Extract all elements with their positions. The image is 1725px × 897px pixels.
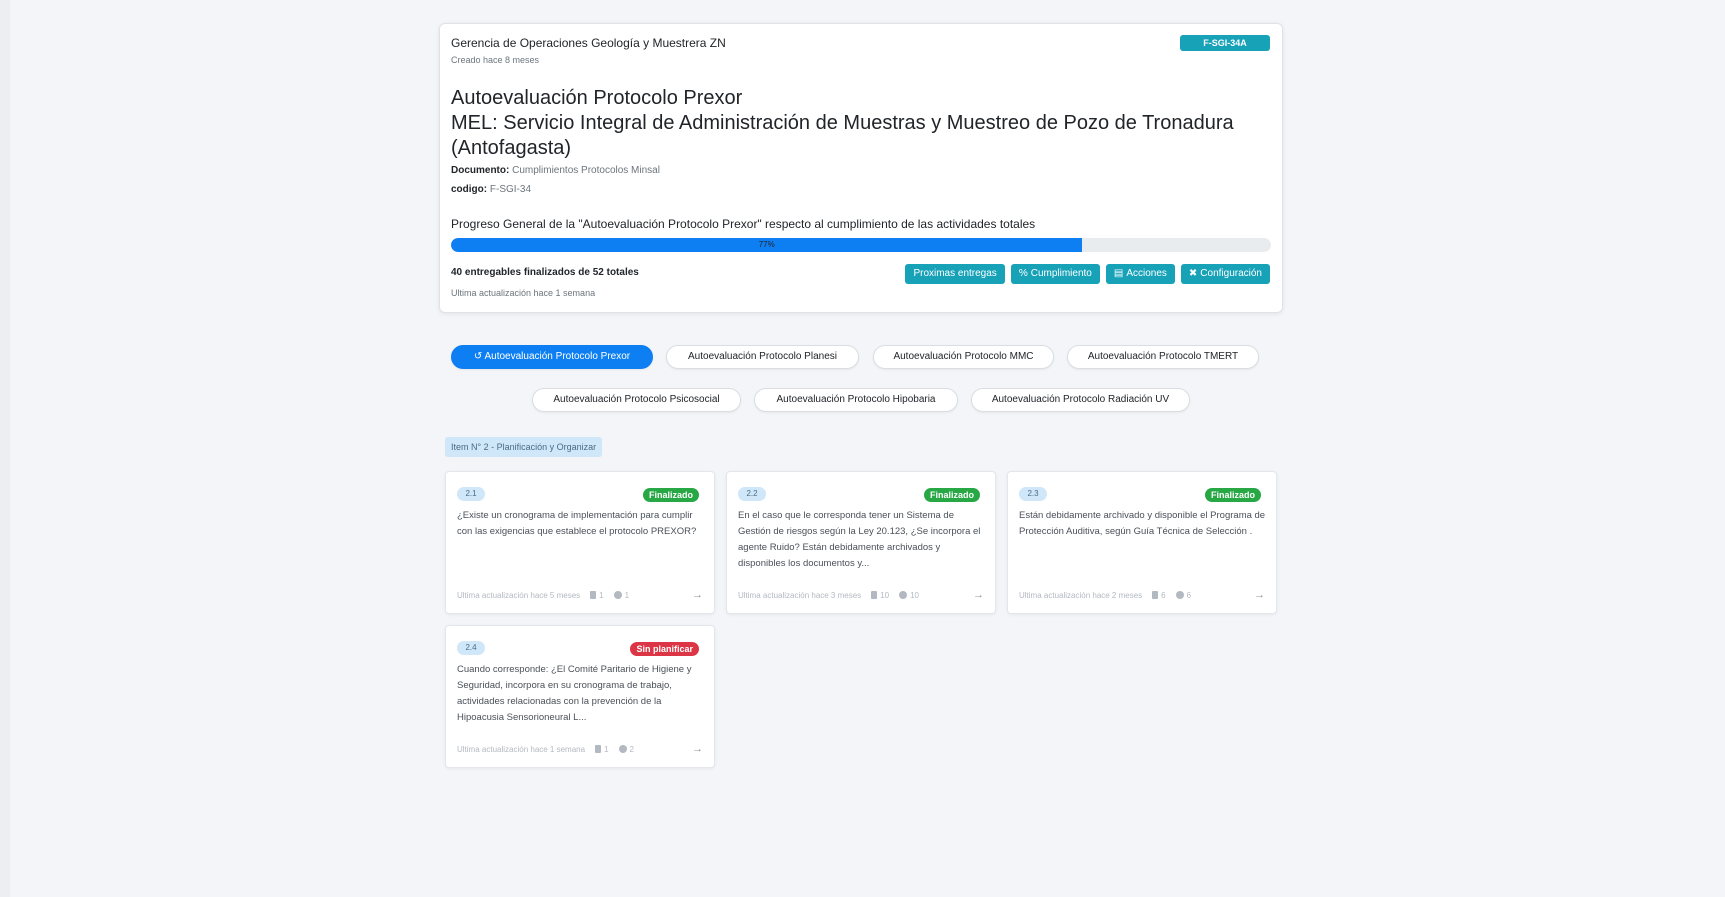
- proximas-entregas-button[interactable]: Proximas entregas: [905, 264, 1005, 284]
- protocol-pill-label: Autoevaluación Protocolo TMERT: [1087, 351, 1239, 362]
- acciones-label: Acciones: [1126, 268, 1167, 279]
- status-badge: Finalizado: [642, 488, 699, 502]
- status-badge: Finalizado: [923, 488, 980, 502]
- docs-count: 6: [1152, 590, 1166, 600]
- comments-count: 10: [899, 591, 919, 600]
- arrow-right-icon[interactable]: →: [1254, 589, 1265, 601]
- item-footer: Ultima actualización hace 3 meses 10 10 …: [738, 589, 984, 601]
- comments-count: 2: [618, 744, 634, 754]
- protocol-pill-prexor[interactable]: ↺ Autoevaluación Protocolo Prexor: [451, 345, 653, 369]
- status-badge: Finalizado: [1204, 488, 1261, 502]
- document-value: Cumplimientos Protocolos Minsal: [512, 165, 660, 176]
- codigo-meta: codigo: F-SGI-34: [451, 184, 531, 195]
- left-edge: [0, 0, 10, 897]
- protocol-pill-label: Autoevaluación Protocolo Hipobaria: [776, 394, 936, 405]
- docs-count-value: 10: [880, 590, 890, 600]
- cumplimiento-label: Cumplimiento: [1030, 268, 1092, 279]
- refresh-icon: ↺: [473, 351, 483, 362]
- comment-icon: [613, 591, 622, 599]
- item-card[interactable]: 2.2 Finalizado En el caso que le corresp…: [726, 471, 996, 614]
- file-icon: [871, 591, 878, 599]
- protocol-pill-label: Autoevaluación Protocolo Planesi: [688, 351, 837, 362]
- protocol-pill-planesi[interactable]: Autoevaluación Protocolo Planesi: [666, 345, 859, 369]
- comment-icon: [618, 745, 627, 753]
- created-date: Creado hace 8 meses: [451, 55, 540, 65]
- protocol-pill-label: Autoevaluación Protocolo Psicosocial: [553, 394, 720, 405]
- progress-bar: 77%: [451, 238, 1271, 252]
- deliverables-count: 40 entregables finalizados de 52 totales: [451, 267, 639, 278]
- progress-title: Progreso General de la "Autoevaluación P…: [451, 217, 1036, 231]
- document-label: Documento:: [451, 165, 510, 176]
- comment-icon: [1175, 591, 1184, 599]
- percent-icon: %: [1018, 268, 1028, 279]
- configuracion-label: Configuración: [1200, 268, 1262, 279]
- item-question: Están debidamente archivado y disponible…: [1019, 510, 1266, 537]
- proximas-entregas-label: Proximas entregas: [913, 268, 997, 279]
- docs-count-value: 1: [604, 744, 609, 754]
- item-number: 2.3: [1019, 487, 1047, 501]
- protocol-pill-hipobaria[interactable]: Autoevaluación Protocolo Hipobaria: [754, 388, 958, 412]
- arrow-right-icon[interactable]: →: [692, 589, 703, 601]
- status-badge: Sin planificar: [630, 642, 699, 656]
- codigo-label: codigo:: [451, 184, 488, 195]
- comments-count-value: 10: [910, 590, 919, 600]
- protocol-pill-label: Autoevaluación Protocolo Prexor: [484, 351, 631, 362]
- comments-count-value: 1: [624, 590, 630, 600]
- protocol-pill-radiacion-uv[interactable]: Autoevaluación Protocolo Radiación UV: [971, 388, 1190, 412]
- file-icon: [595, 745, 602, 753]
- item-card[interactable]: 2.3 Finalizado Están debidamente archiva…: [1007, 471, 1277, 614]
- docs-count-value: 1: [599, 590, 604, 600]
- docs-count: 10: [871, 591, 889, 600]
- comments-count-value: 2: [629, 744, 634, 754]
- codigo-value: F-SGI-34: [489, 184, 532, 195]
- item-number: 2.2: [738, 487, 766, 501]
- progress-fill: 77%: [451, 238, 1083, 252]
- item-card[interactable]: 2.1 Finalizado ¿Existe un cronograma de …: [445, 471, 715, 614]
- protocol-pill-psicosocial[interactable]: Autoevaluación Protocolo Psicosocial: [532, 388, 741, 412]
- header-actions: Proximas entregas % Cumplimiento ▤ Accio…: [905, 264, 1270, 284]
- item-updated: Ultima actualización hace 5 meses: [457, 590, 581, 600]
- last-update: Ultima actualización hace 1 semana: [451, 288, 596, 298]
- item-footer: Ultima actualización hace 5 meses 1 1 →: [457, 589, 703, 601]
- protocol-pill-label: Autoevaluación Protocolo Radiación UV: [991, 394, 1170, 405]
- protocol-pill-tmert[interactable]: Autoevaluación Protocolo TMERT: [1067, 345, 1259, 369]
- comments-count-value: 6: [1186, 590, 1192, 600]
- docs-count: 1: [595, 744, 609, 754]
- item-question: Cuando corresponde: ¿El Comité Paritario…: [457, 664, 692, 723]
- cumplimiento-button[interactable]: % Cumplimiento: [1010, 264, 1100, 284]
- file-icon: ▤: [1113, 268, 1124, 279]
- title-line-1: Autoevaluación Protocolo Prexor: [451, 87, 743, 109]
- section-label: Item N° 2 - Planificación y Organizar: [445, 437, 603, 457]
- file-icon: [1152, 591, 1159, 599]
- tools-icon: ✖: [1188, 268, 1198, 279]
- arrow-right-icon[interactable]: →: [692, 743, 703, 755]
- docs-count-value: 6: [1161, 590, 1166, 600]
- code-badge: F-SGI-34A: [1180, 35, 1270, 51]
- item-updated: Ultima actualización hace 1 semana: [457, 744, 586, 754]
- item-number: 2.4: [457, 641, 485, 655]
- item-footer: Ultima actualización hace 1 semana 1 2 →: [457, 743, 703, 755]
- item-number: 2.1: [457, 487, 485, 501]
- comments-count: 6: [1175, 590, 1192, 600]
- document-meta: Documento: Cumplimientos Protocolos Mins…: [451, 165, 660, 176]
- docs-count: 1: [590, 590, 604, 600]
- item-question: En el caso que le corresponda tener un S…: [738, 510, 981, 569]
- header-card: Gerencia de Operaciones Geología y Muest…: [439, 23, 1283, 313]
- organization-name: Gerencia de Operaciones Geología y Muest…: [451, 36, 726, 50]
- protocol-pill-mmc[interactable]: Autoevaluación Protocolo MMC: [873, 345, 1054, 369]
- item-footer: Ultima actualización hace 2 meses 6 6 →: [1019, 589, 1265, 601]
- arrow-right-icon[interactable]: →: [973, 589, 984, 601]
- configuracion-button[interactable]: ✖ Configuración: [1180, 264, 1270, 284]
- item-card[interactable]: 2.4 Sin planificar Cuando corresponde: ¿…: [445, 625, 715, 768]
- page-title: Autoevaluación Protocolo Prexor MEL: Ser…: [451, 86, 1271, 161]
- acciones-button[interactable]: ▤ Acciones: [1105, 264, 1175, 284]
- item-question: ¿Existe un cronograma de implementación …: [457, 510, 697, 537]
- item-updated: Ultima actualización hace 3 meses: [738, 590, 862, 600]
- file-icon: [590, 591, 597, 599]
- item-updated: Ultima actualización hace 2 meses: [1019, 590, 1143, 600]
- title-line-2: MEL: Servicio Integral de Administración…: [451, 112, 1234, 159]
- comments-count: 1: [613, 590, 630, 600]
- comment-icon: [899, 591, 908, 599]
- protocol-pill-label: Autoevaluación Protocolo MMC: [893, 351, 1034, 362]
